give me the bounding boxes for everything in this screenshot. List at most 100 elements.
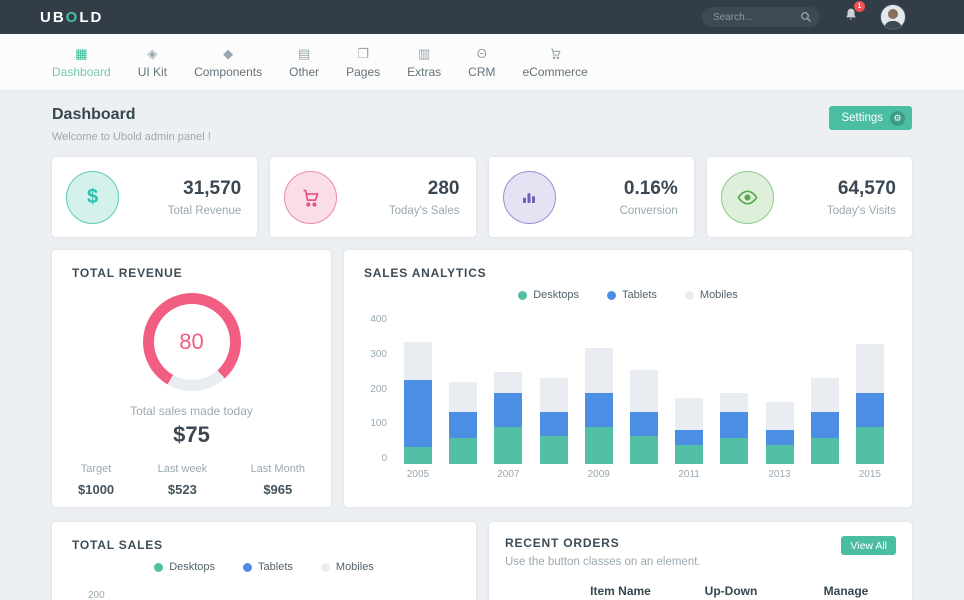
menu-item-label: Other [289,65,319,79]
legend-label: Tablets [258,561,293,573]
x-tick: 2011 [675,469,703,480]
settings-button[interactable]: Settings ⚙ [829,106,912,130]
bar-segment-tablets [766,430,794,445]
menu-item-pages[interactable]: ❐Pages [346,46,380,79]
stat-value: 31,570 [168,178,242,200]
menu-item-crm[interactable]: ΘCRM [468,46,495,79]
stat-value: 280 [389,178,460,200]
stat-value: 64,570 [827,178,896,200]
bar-segment-mobiles [720,393,748,412]
orders-col-header: Item Name [575,584,666,598]
stat-value: 0.16% [620,178,678,200]
bar-2013 [766,314,794,464]
bar-segment-mobiles [404,342,432,380]
user-circle-icon: Θ [477,46,487,61]
menu-item-dashboard[interactable]: ▦ Dashboard [52,46,111,79]
bar-segment-desktops [720,438,748,464]
grid-icon: ▦ [75,46,87,61]
bar-segment-desktops [404,447,432,464]
menu-item-label: Dashboard [52,65,111,79]
legend-item-tablets: Tablets [607,289,657,301]
bar-segment-tablets [404,380,432,448]
bar-2015 [856,314,884,464]
legend-label: Desktops [169,561,215,573]
settings-button-label: Settings [841,112,883,124]
metric-label: Target [78,463,114,475]
eye-icon [721,171,774,224]
bar-segment-tablets [630,412,658,436]
bar-2008 [540,314,568,464]
bar-segment-tablets [540,412,568,436]
topbar: UBOLD 1 [0,0,964,34]
x-tick: 2009 [585,469,613,480]
view-all-button[interactable]: View All [841,536,896,555]
notifications-button[interactable]: 1 [844,7,858,27]
y-axis: 4003002001000 [364,314,396,464]
legend-dot [154,563,163,572]
bar-2005 [404,314,432,464]
bar-2006 [449,314,477,464]
search-box[interactable] [702,7,820,27]
orders-subtitle: Use the button classes on an element. [505,556,701,568]
bar-segment-tablets [585,393,613,427]
bar-chart-icon [503,171,556,224]
orders-col-header: Up-Down [666,584,796,598]
orders-col-header [505,584,575,598]
recent-orders-card: RECENT ORDERS Use the button classes on … [489,522,912,600]
legend-item-mobiles: Mobiles [321,561,374,573]
orders-table-header: Item NameUp-DownManage [505,584,896,600]
menu-item-other[interactable]: ▤ Other [289,46,319,79]
bar-segment-tablets [856,393,884,427]
menu-item-extras[interactable]: ▥Extras [407,46,441,79]
legend-dot [685,291,694,300]
bar-segment-mobiles [630,370,658,411]
legend-item-tablets: Tablets [243,561,293,573]
revenue-metric: Target$1000 [78,463,114,497]
bar-segment-tablets [720,412,748,438]
x-tick: 2005 [404,469,432,480]
bar-segment-desktops [449,438,477,464]
menu-bar: ▦ Dashboard ◈UI Kit ◆ Components ▤ Other ❐Pages… [0,34,964,91]
page-icon: ❐ [357,46,369,61]
bar-segment-mobiles [540,378,568,412]
menu-item-ecommerce[interactable]: eCommerce [523,46,588,79]
sales-analytics-chart: 4003002001000 200520072009201120132015 [364,314,892,480]
total-sales-ytick: 200 [88,590,456,600]
diamond-icon: ◆ [223,46,233,61]
user-avatar[interactable] [880,4,906,30]
bar-2010 [630,314,658,464]
page-header: Dashboard Welcome to Ubold admin panel !… [52,106,912,143]
sales-analytics-card: SALES ANALYTICS DesktopsTabletsMobiles 4… [344,250,912,507]
menu-item-label: Components [194,65,262,79]
x-tick [811,469,839,480]
bar-segment-desktops [630,436,658,464]
page-title: Dashboard [52,106,211,124]
legend-label: Tablets [622,289,657,301]
revenue-caption: Total sales made today [72,404,311,418]
y-tick: 400 [370,314,387,325]
menu-item-label: Extras [407,65,441,79]
card-title: SALES ANALYTICS [364,266,892,280]
notification-badge: 1 [854,1,865,12]
x-tick [630,469,658,480]
bar-2007 [494,314,522,464]
bar-2014 [811,314,839,464]
legend-label: Mobiles [336,561,374,573]
menu-item-components[interactable]: ◆ Components [194,46,262,79]
metric-label: Last Month [251,463,305,475]
bar-segment-mobiles [856,344,884,393]
bar-segment-tablets [811,412,839,438]
x-tick: 2007 [494,469,522,480]
menu-item-ui-kit[interactable]: ◈UI Kit [138,46,167,79]
bar-segment-desktops [494,427,522,465]
bar-segment-mobiles [494,372,522,393]
document-icon: ▤ [298,46,310,61]
stats-row: $ 31,570 Total Revenue 280 Today's Sales… [52,157,912,237]
search-input[interactable] [713,12,800,23]
revenue-metric: Last Month$965 [251,463,305,497]
bar-segment-desktops [766,445,794,464]
search-icon[interactable] [800,11,812,23]
bar-segment-mobiles [449,382,477,412]
app-logo[interactable]: UBOLD [40,9,103,26]
cart-icon [549,46,562,61]
